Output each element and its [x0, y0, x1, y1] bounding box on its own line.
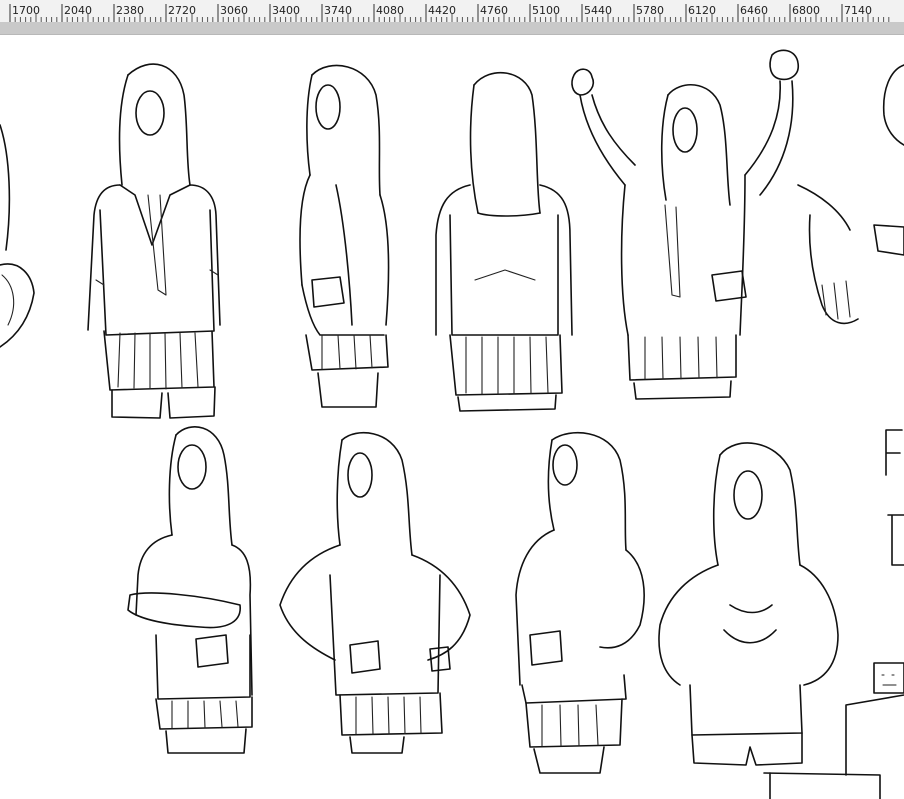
figure-arm-raised-fist: [571, 49, 800, 400]
horizontal-ruler[interactable]: 1700 2040 2380 2720 3060 3400 3740 4080 4420 4760…: [0, 0, 904, 23]
figure-front-standing: [87, 63, 221, 419]
figure-back-view: [435, 71, 573, 412]
ruler-label: 2040: [64, 4, 92, 17]
ruler-label: 2720: [168, 4, 196, 17]
sketch-artwork: [0, 49, 904, 799]
ruler-label: 7140: [844, 4, 872, 17]
ruler-label: 5100: [532, 4, 560, 17]
ruler-label: 6120: [688, 4, 716, 17]
ruler-label: 3740: [324, 4, 352, 17]
ruler-label: 3060: [220, 4, 248, 17]
figure-side-profile: [299, 64, 390, 408]
ruler-label: 6800: [792, 4, 820, 17]
figure-open-jacket: [658, 442, 839, 766]
ruler-label: 5440: [584, 4, 612, 17]
partial-figure-right-edge: [763, 64, 904, 799]
ruler-label: 1700: [12, 4, 40, 17]
ruler-label: 4760: [480, 4, 508, 17]
figure-looking-up: [515, 431, 645, 774]
partial-figure-left-edge: [0, 124, 35, 348]
figure-arms-crossed: [127, 426, 253, 754]
drawing-canvas[interactable]: [0, 35, 904, 799]
ruler-label: 5780: [636, 4, 664, 17]
canvas-scroll-strip[interactable]: [0, 22, 904, 35]
ruler-label: 6460: [740, 4, 768, 17]
figure-hands-on-hips: [279, 431, 471, 754]
ruler-label: 4080: [376, 4, 404, 17]
ruler-label: 2380: [116, 4, 144, 17]
ruler-label: 4420: [428, 4, 456, 17]
ruler-label: 3400: [272, 4, 300, 17]
